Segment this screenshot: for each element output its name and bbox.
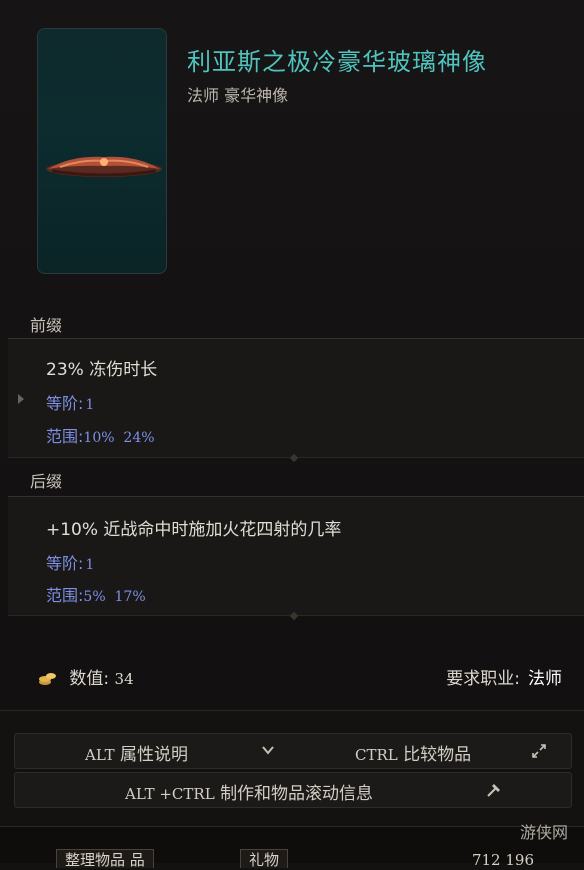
suffix-range: 范围:5% 17% bbox=[46, 582, 146, 606]
item-value: 数值: 34 bbox=[38, 664, 134, 689]
compare-arrows-icon[interactable] bbox=[531, 743, 547, 759]
coins-icon bbox=[39, 673, 56, 685]
watermark: 游侠网 bbox=[519, 823, 568, 842]
suffix-affix: +10% 近战命中时施加火花四射的几率 bbox=[46, 520, 342, 540]
suffix-heading: 后缀 bbox=[30, 472, 63, 491]
range-label: 范围: bbox=[46, 586, 84, 605]
range-values: 10% 24% bbox=[83, 430, 155, 446]
prefix-affix: 23% 冻伤时长 bbox=[46, 360, 158, 380]
item-tooltip: 利亚斯之极冷豪华玻璃神像 法师 豪华神像 前缀 23% 冻伤时长 等阶: 1 范围… bbox=[0, 0, 584, 711]
crafting-info-bar: ALT +CTRL 制作和物品滚动信息 bbox=[14, 772, 572, 808]
crafting-info-label: 制作和物品滚动信息 bbox=[220, 784, 374, 804]
class-requirement: 要求职业: 法师 bbox=[446, 664, 562, 689]
tier-label: 等阶: bbox=[46, 394, 84, 413]
ctrl-key: CTRL bbox=[355, 746, 398, 764]
requirement-class: 法师 bbox=[528, 669, 562, 689]
ctrl-label: 比较物品 bbox=[403, 745, 472, 765]
range-values: 5% 17% bbox=[83, 589, 146, 605]
value-amount: 34 bbox=[114, 670, 134, 688]
item-title: 利亚斯之极冷豪华玻璃神像 bbox=[187, 48, 487, 76]
caret-icon bbox=[18, 394, 24, 404]
gold-amount: 712 196 bbox=[471, 851, 534, 869]
chevron-down-icon[interactable] bbox=[261, 743, 275, 757]
prefix-heading: 前缀 bbox=[30, 316, 63, 335]
inventory-bottom-bar: 整理物品 品 礼物 712 196 bbox=[0, 826, 584, 869]
sort-items-tab[interactable]: 整理物品 品 bbox=[56, 849, 154, 869]
idol-image bbox=[46, 156, 162, 177]
tier-value: 1 bbox=[85, 397, 95, 413]
prefix-tier: 等阶: 1 bbox=[46, 390, 94, 414]
compare-item-button[interactable]: CTRL 比较物品 bbox=[355, 740, 471, 765]
suffix-tier: 等阶: 1 bbox=[46, 550, 94, 574]
requirement-label: 要求职业: bbox=[446, 669, 520, 689]
alt-ctrl-key: ALT +CTRL bbox=[125, 785, 215, 803]
gift-tab[interactable]: 礼物 bbox=[240, 849, 289, 869]
value-label: 数值: bbox=[69, 669, 110, 689]
alt-ctrl-button-bar: ALT 属性说明 CTRL 比较物品 bbox=[14, 733, 572, 769]
tier-label: 等阶: bbox=[46, 554, 84, 573]
item-portrait bbox=[37, 28, 167, 274]
prefix-section: 23% 冻伤时长 等阶: 1 范围:10% 24% bbox=[8, 338, 584, 458]
item-subtitle: 法师 豪华神像 bbox=[187, 86, 289, 105]
range-label: 范围: bbox=[46, 427, 84, 446]
attribute-description-button[interactable]: ALT 属性说明 bbox=[85, 740, 188, 765]
alt-key: ALT bbox=[85, 746, 115, 764]
tier-value: 1 bbox=[85, 557, 95, 573]
prefix-range: 范围:10% 24% bbox=[46, 423, 155, 447]
crafting-info-button[interactable]: ALT +CTRL 制作和物品滚动信息 bbox=[125, 779, 373, 804]
hammer-icon[interactable] bbox=[485, 781, 503, 799]
suffix-section: +10% 近战命中时施加火花四射的几率 等阶: 1 范围:5% 17% bbox=[8, 496, 584, 616]
alt-label: 属性说明 bbox=[119, 745, 188, 765]
